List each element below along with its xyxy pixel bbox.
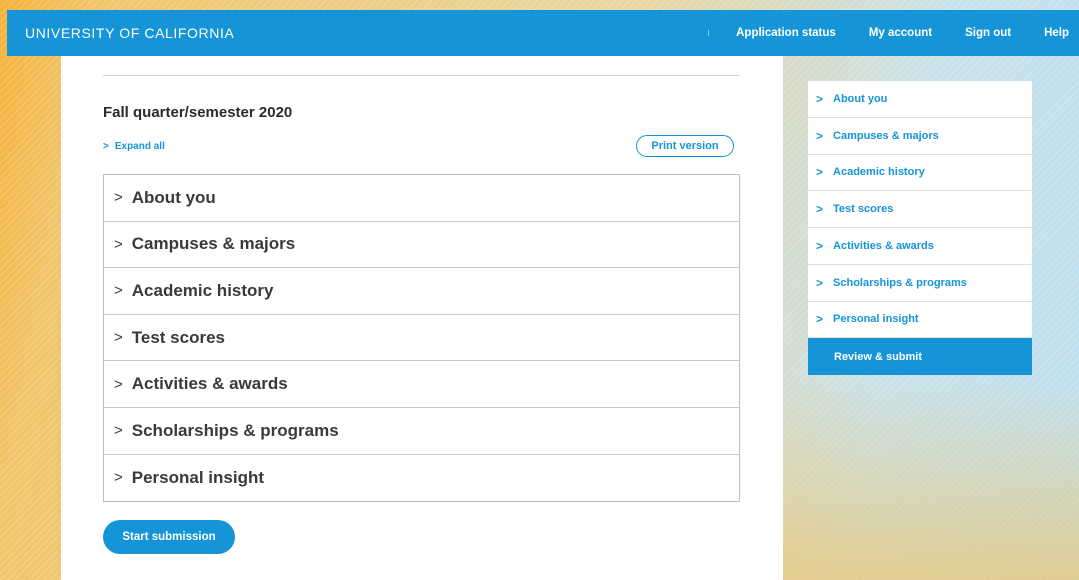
divider xyxy=(103,75,740,76)
sidebar-item-label: Personal insight xyxy=(833,313,919,326)
sidebar-item-label: Campuses & majors xyxy=(833,129,939,142)
brand-logo[interactable]: UNIVERSITY OF CALIFORNIA xyxy=(25,25,234,41)
start-submission-button[interactable]: Start submission xyxy=(103,520,235,554)
sidebar-item-activities-awards[interactable]: > Activities & awards xyxy=(808,228,1032,265)
sidebar-item-label: About you xyxy=(833,92,888,105)
sidebar-item-test-scores[interactable]: > Test scores xyxy=(808,191,1032,228)
chevron-right-icon: > xyxy=(103,141,109,152)
accordion-academic-history[interactable]: > Academic history xyxy=(104,268,739,315)
nav-separator xyxy=(708,30,709,36)
sidebar-item-academic-history[interactable]: > Academic history xyxy=(808,155,1032,192)
chevron-right-icon: > xyxy=(114,235,123,253)
sidebar-item-about-you[interactable]: > About you xyxy=(808,81,1032,118)
chevron-right-icon: > xyxy=(816,238,824,253)
accordion-label: Activities & awards xyxy=(131,374,288,394)
nav-application-status[interactable]: Application status xyxy=(736,27,836,39)
chevron-right-icon: > xyxy=(114,189,123,207)
nav-my-account[interactable]: My account xyxy=(869,27,932,39)
chevron-right-icon: > xyxy=(816,165,824,180)
chevron-right-icon: > xyxy=(114,422,123,440)
main-panel: Fall quarter/semester 2020 > Expand all P… xyxy=(61,56,783,580)
chevron-right-icon: > xyxy=(114,329,123,347)
accordion-label: Campuses & majors xyxy=(131,234,296,254)
sidebar-item-label: Academic history xyxy=(833,166,925,179)
accordion-label: Test scores xyxy=(131,327,225,347)
accordion-label: Personal insight xyxy=(131,467,265,487)
page-title: Fall quarter/semester 2020 xyxy=(103,104,293,121)
sidebar-item-label: Scholarships & programs xyxy=(833,276,967,289)
chevron-right-icon: > xyxy=(816,312,824,327)
sidebar-item-review-submit[interactable]: Review & submit xyxy=(808,338,1032,375)
accordion-label: Scholarships & programs xyxy=(131,420,339,440)
accordion-about-you[interactable]: > About you xyxy=(104,175,739,222)
sidebar-item-label: Test scores xyxy=(833,203,894,216)
accordion-label: About you xyxy=(131,187,216,207)
application-sections-accordion: > About you > Campuses & majors > Academ… xyxy=(103,174,740,503)
top-navigation-bar: UNIVERSITY OF CALIFORNIA Application sta… xyxy=(7,10,1079,56)
accordion-scholarships-programs[interactable]: > Scholarships & programs xyxy=(104,408,739,455)
accordion-label: Academic history xyxy=(131,280,274,300)
top-nav-links: Application status My account Sign out H… xyxy=(736,27,1079,39)
expand-all-link[interactable]: > Expand all xyxy=(103,141,165,152)
sidebar-item-scholarships-programs[interactable]: > Scholarships & programs xyxy=(808,265,1032,302)
chevron-right-icon: > xyxy=(816,275,824,290)
chevron-right-icon: > xyxy=(816,128,824,143)
nav-help[interactable]: Help xyxy=(1044,27,1069,39)
nav-sign-out[interactable]: Sign out xyxy=(965,27,1011,39)
chevron-right-icon: > xyxy=(816,91,824,106)
accordion-test-scores[interactable]: > Test scores xyxy=(104,315,739,362)
chevron-right-icon: > xyxy=(114,375,123,393)
sidebar-item-label: Review & submit xyxy=(834,350,923,363)
chevron-right-icon: > xyxy=(816,202,824,217)
sidebar-item-campuses-majors[interactable]: > Campuses & majors xyxy=(808,118,1032,155)
sidebar-item-personal-insight[interactable]: > Personal insight xyxy=(808,302,1032,339)
expand-all-label: Expand all xyxy=(114,141,165,152)
chevron-right-icon: > xyxy=(114,469,123,487)
print-version-button[interactable]: Print version xyxy=(636,135,734,157)
sidebar-item-label: Activities & awards xyxy=(833,239,934,252)
background-gradient xyxy=(760,380,1079,580)
sidebar-navigation: > About you > Campuses & majors > Academ… xyxy=(808,81,1032,375)
accordion-activities-awards[interactable]: > Activities & awards xyxy=(104,361,739,408)
accordion-personal-insight[interactable]: > Personal insight xyxy=(104,455,739,502)
accordion-campuses-majors[interactable]: > Campuses & majors xyxy=(104,222,739,269)
chevron-right-icon: > xyxy=(114,282,123,300)
